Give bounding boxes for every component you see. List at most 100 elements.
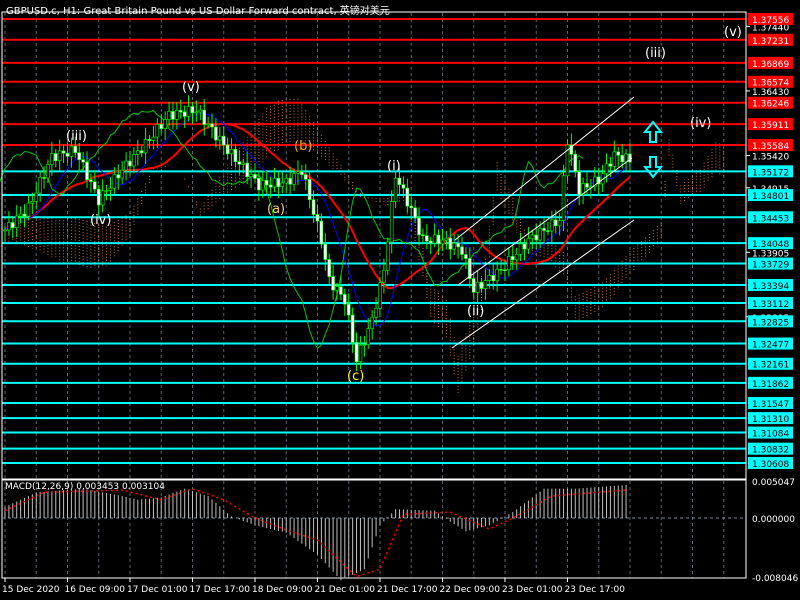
wave-label: (ii) — [467, 304, 485, 319]
candle-body — [53, 153, 58, 162]
price-axis[interactable]: 1.374401.364301.354201.349151.339051.328… — [746, 13, 793, 470]
candle-body — [475, 281, 480, 293]
x-tick-label: 17 Dec 17:00 — [189, 585, 250, 595]
macd-label: MACD(12,26,9) 0.003453 0.003104 — [5, 482, 165, 492]
candle-body — [440, 239, 445, 245]
price-level-label: 1.33112 — [752, 300, 789, 310]
candle-body — [104, 190, 109, 192]
candle-body — [608, 163, 613, 167]
x-tick-label: 21 Dec 01:00 — [314, 585, 375, 595]
price-level-label: 1.35172 — [752, 168, 789, 178]
candle-body — [186, 106, 191, 117]
candle-body — [26, 202, 31, 217]
candle-body — [510, 256, 515, 261]
candle-body — [425, 235, 429, 242]
candle-body — [296, 171, 300, 174]
candle-body — [585, 183, 589, 188]
candle-body — [198, 109, 203, 113]
candle-body — [178, 110, 183, 113]
candle-body — [128, 160, 132, 167]
price-level-label: 1.36246 — [752, 100, 789, 110]
candle-body — [93, 181, 97, 190]
candle-body — [284, 178, 289, 184]
candle-body — [85, 161, 89, 181]
candle-body — [171, 111, 175, 120]
candle-body — [241, 162, 246, 165]
wave-label: (v) — [182, 80, 200, 95]
candle-body — [557, 220, 562, 227]
candle-body — [448, 237, 453, 250]
macd-y-label: 0.000000 — [752, 515, 795, 525]
price-level-label: 1.31310 — [752, 415, 789, 425]
candle-body — [307, 178, 312, 200]
x-tick-label: 23 Dec 17:00 — [564, 585, 625, 595]
candle-body — [503, 269, 507, 271]
candle-body — [253, 174, 257, 179]
candle-body — [311, 199, 316, 215]
price-level-label: 1.37231 — [752, 37, 789, 47]
time-axis[interactable]: 15 Dec 2020 16 Dec 09:00 17 Dec 01:00 17 De… — [2, 578, 625, 595]
candle-body — [343, 294, 347, 305]
candle-body — [460, 246, 464, 255]
candle-body — [577, 171, 581, 196]
x-tick-label: 22 Dec 09:00 — [439, 585, 500, 595]
candle-body — [331, 276, 335, 291]
price-level-label: 1.36869 — [752, 60, 789, 70]
price-level-label: 1.31084 — [752, 430, 789, 440]
candle-body — [57, 150, 62, 162]
candle-body — [553, 219, 558, 227]
candle-body — [417, 217, 421, 236]
candle-body — [464, 254, 468, 259]
candle-body — [264, 180, 269, 186]
candle-body — [81, 159, 85, 163]
candle-body — [483, 280, 488, 289]
candle-body — [542, 228, 546, 231]
grid — [4, 13, 725, 578]
candle-body — [612, 151, 617, 167]
candle-body — [507, 256, 511, 271]
candle-body — [50, 153, 54, 165]
candle-body — [167, 111, 171, 120]
channel-middle-line[interactable] — [457, 157, 633, 286]
candle-body — [7, 222, 11, 231]
candle-body — [151, 136, 156, 141]
macd-panel: 0.005047 0.000000 -0.008046 — [2, 478, 798, 584]
candle-body — [409, 205, 414, 209]
price-level-label: 1.31547 — [752, 400, 789, 410]
candle-body — [163, 119, 167, 129]
candle-body — [159, 124, 164, 129]
candle-body — [30, 201, 35, 204]
x-tick-label: 15 Dec 2020 — [2, 585, 60, 595]
candle-body — [350, 314, 355, 343]
price-level-label: 1.30832 — [752, 446, 789, 456]
candle-body — [22, 213, 27, 217]
candle-body — [175, 110, 179, 120]
candle-body — [573, 153, 578, 172]
candle-body — [491, 275, 496, 282]
candle-body — [323, 243, 328, 260]
price-level-label: 1.34048 — [752, 240, 789, 250]
price-level-label: 1.32477 — [752, 341, 789, 351]
candle-body — [374, 308, 378, 318]
candle-body — [413, 207, 417, 219]
candle-body — [210, 123, 214, 128]
price-level-label: 1.34801 — [752, 192, 789, 202]
candle-body — [604, 163, 609, 174]
price-chart[interactable]: 1.374401.364301.354201.349151.339051.328… — [0, 0, 800, 600]
price-level-label: 1.37556 — [752, 16, 789, 26]
candle-body — [147, 139, 152, 141]
candle-body — [221, 135, 226, 146]
candle-body — [335, 286, 339, 291]
candle-body — [206, 123, 210, 126]
candle-body — [538, 228, 542, 241]
price-level-label: 1.31862 — [752, 380, 789, 390]
candle-body — [479, 281, 484, 289]
wave-label: (iii) — [645, 46, 666, 61]
candle-body — [499, 268, 503, 271]
candle-body — [487, 275, 492, 281]
candle-body — [34, 192, 39, 202]
price-level-label: 1.32161 — [752, 361, 789, 371]
candle-body — [96, 188, 101, 206]
price-level-label: 1.30608 — [752, 460, 789, 470]
macd-y-label: -0.008046 — [752, 574, 798, 584]
